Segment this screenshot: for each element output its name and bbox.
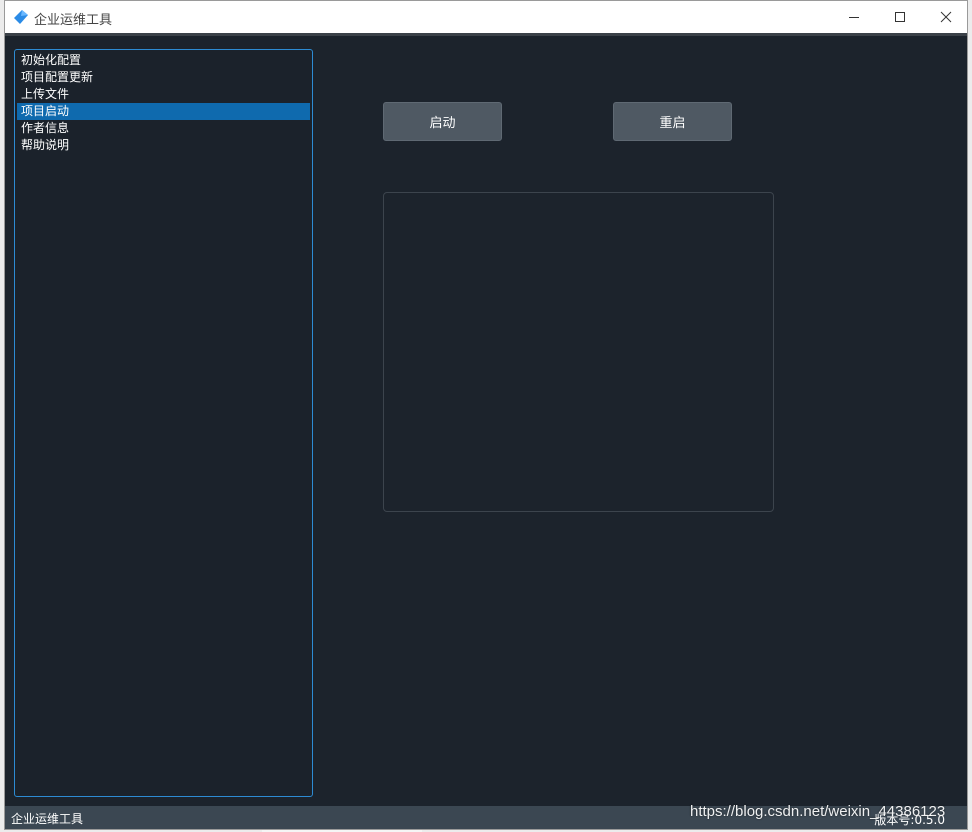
- blue-diamond-icon: [14, 10, 28, 24]
- nav-item-project-config-update[interactable]: 项目配置更新: [17, 69, 310, 86]
- close-icon: [940, 11, 952, 23]
- nav-item-author-info[interactable]: 作者信息: [17, 120, 310, 137]
- nav-item-upload-file[interactable]: 上传文件: [17, 86, 310, 103]
- output-textarea[interactable]: [383, 192, 774, 512]
- nav-item-help[interactable]: 帮助说明: [17, 137, 310, 154]
- watermark-text: https://blog.csdn.net/weixin_44386123: [690, 803, 946, 820]
- status-app-name: 企业运维工具: [11, 812, 84, 826]
- app-window: 企业运维工具 初始化配置 项目配置更新 上传文件 项目启动 作者信息 帮助说明 …: [5, 1, 967, 829]
- start-button[interactable]: 启动: [383, 102, 502, 141]
- minimize-button[interactable]: [831, 1, 877, 33]
- title-separator: [5, 33, 967, 36]
- nav-item-project-start[interactable]: 项目启动: [17, 103, 310, 120]
- minimize-icon: [849, 17, 859, 18]
- nav-list[interactable]: 初始化配置 项目配置更新 上传文件 项目启动 作者信息 帮助说明: [14, 49, 313, 797]
- title-bar[interactable]: 企业运维工具: [5, 1, 967, 34]
- restart-button[interactable]: 重启: [613, 102, 732, 141]
- nav-item-init-config[interactable]: 初始化配置: [17, 52, 310, 69]
- window-title: 企业运维工具: [34, 13, 113, 28]
- close-button[interactable]: [923, 1, 967, 33]
- maximize-button[interactable]: [877, 1, 923, 33]
- maximize-icon: [895, 12, 905, 22]
